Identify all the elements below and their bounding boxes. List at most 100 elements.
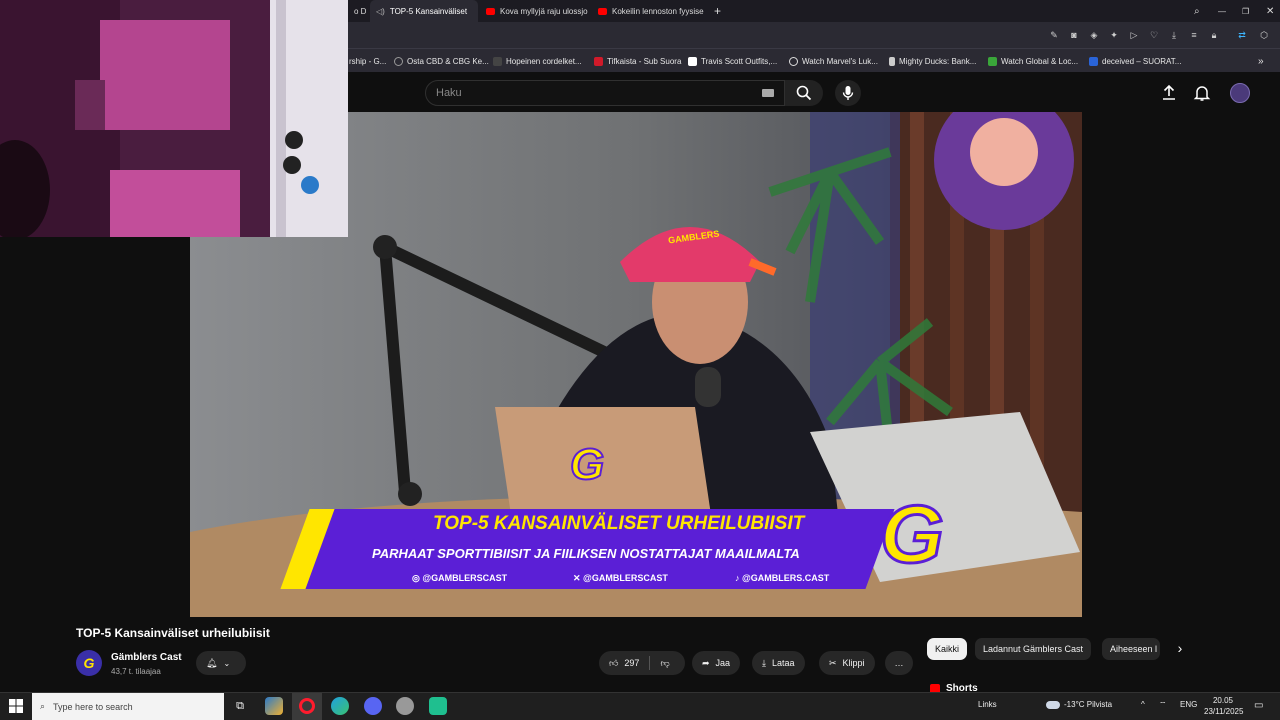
new-tab-button[interactable]: + [708,0,728,22]
thumbs-down-icon: 👎︎ [660,657,670,668]
taskbar-search-input[interactable]: ⌕ Type here to search [32,693,224,720]
subscriber-count: 43,7 t. tilaajaa [111,667,161,676]
weather-widget[interactable]: -13°C Pilvista [1046,700,1112,709]
social-tiktok: ♪ @GAMBLERS.CAST [735,573,829,583]
bookmark-label: Hopeinen cordelket... [506,56,582,66]
translate-icon[interactable]: ⇄ [1237,30,1247,40]
clock[interactable]: 20.05 23/11/2025 [1204,695,1244,717]
subscribed-bell-button[interactable]: 🔔︎ ⌄ [196,651,246,675]
bookmark-label: Tifkaista - Sub Suora [607,56,682,66]
bookmark-item[interactable]: rship - G... [349,49,386,73]
bookmark-label: Mighty Ducks: Bank... [899,56,977,66]
clip-button[interactable]: ✂ Klippi [819,651,875,675]
more-actions-button[interactable]: … [885,651,913,675]
app-icon[interactable] [265,697,283,715]
taskbar-search-placeholder: Type here to search [53,701,133,712]
discord-icon[interactable] [364,697,382,715]
weather-text: -13°C Pilvista [1064,700,1113,709]
bookmark-item[interactable]: Watch Global & Loc... [988,49,1078,73]
speaker-icon: ◁) [376,6,385,16]
share-button[interactable]: ➦ Jaa [692,651,741,675]
play-icon[interactable]: ▷ [1129,30,1139,40]
divider [649,656,651,670]
minimize-button[interactable]: — [1212,0,1230,22]
more-icon: … [894,658,904,668]
close-window-button[interactable]: ✕ [1260,0,1278,22]
travis-favicon-icon [688,56,697,66]
app-icon[interactable] [396,697,414,715]
bookmark-item[interactable]: Hopeinen cordelket... [493,49,582,73]
channel-avatar[interactable]: G [76,650,102,676]
heart-icon[interactable]: ♡ [1149,30,1159,40]
chip-uploaded-by[interactable]: Ladannut Gämblers Cast [975,638,1092,660]
cube-icon[interactable]: ⬡ [1259,30,1269,40]
bell-icon: 🔔︎ [206,657,218,668]
notifications-button[interactable] [1193,84,1211,102]
bookmark-item[interactable]: Watch Marvel's Luk... [789,49,878,73]
clock-date: 23/11/2025 [1204,707,1244,716]
bookmark-item[interactable]: Mighty Ducks: Bank... [889,49,976,73]
links-toolbar[interactable]: Links [978,700,997,709]
microphone-icon [842,86,854,100]
bookmark-item[interactable]: Tifkaista - Sub Suora [594,49,681,73]
chip-related[interactable]: Aiheeseen l [1102,638,1160,660]
download-icon[interactable]: ⤓ [1169,30,1179,40]
active-app-slot[interactable] [292,693,322,720]
chevron-up-icon[interactable]: ^ [1141,700,1145,709]
restore-button[interactable]: ❐ [1236,0,1254,22]
extension-icon[interactable]: ✦ [1109,30,1119,40]
avatar[interactable] [1230,83,1250,103]
task-view-icon[interactable]: ⧉ [231,697,249,715]
language-indicator[interactable]: ENG [1180,700,1197,709]
search-input[interactable]: Haku [425,80,785,106]
network-icon[interactable]: ⌔ [1159,700,1167,710]
search-button[interactable] [785,80,823,106]
upload-icon [1163,84,1175,100]
shield-icon[interactable]: ◈ [1089,30,1099,40]
lock-icon[interactable]: 🔒︎ [1209,30,1219,40]
edge-icon[interactable] [331,697,349,715]
dislike-button[interactable]: 👎︎ [660,658,669,669]
tab-item[interactable]: o Dr [348,0,366,22]
social-handle: @GAMBLERSCAST [583,573,668,583]
tv-favicon-icon [594,56,603,66]
windows-start-button[interactable] [9,699,23,713]
notification-center-icon[interactable]: ▭ [1254,700,1263,711]
search-icon [796,85,812,101]
search-icon[interactable]: ⌕ [1188,0,1206,22]
tab-item[interactable]: Kova myllyjä raju ulossjo [480,0,590,22]
keyboard-icon[interactable] [762,89,774,97]
bookmark-item[interactable]: Travis Scott Outfits,... [688,49,777,73]
voice-search-button[interactable] [835,80,861,106]
edit-icon[interactable]: ✎ [1049,30,1059,40]
app-icon[interactable] [429,697,447,715]
menu-icon[interactable]: ≡ [1189,30,1199,40]
bookmark-item[interactable]: Osta CBD & CBG Ke... [394,49,489,73]
clock-time: 20.05 [1212,696,1234,705]
tab-label: o Dr [354,6,366,16]
search-placeholder: Haku [436,87,462,99]
social-x: ✕ @GAMBLERSCAST [573,573,668,584]
bookmark-label: rship - G... [349,56,387,66]
youtube-favicon-icon [486,7,495,15]
bookmarks-overflow-icon[interactable]: » [1258,49,1264,73]
deceived-favicon-icon [1089,56,1098,66]
like-button[interactable]: 👍︎ 297 [609,658,639,669]
upload-button[interactable] [1160,84,1178,102]
x-icon: ✕ [573,573,584,583]
camera-icon[interactable]: ◙ [1069,30,1079,40]
tab-label: Kokeilin lennoston fyysise [612,6,704,16]
scissors-icon: ✂ [829,657,837,668]
chips-next-icon[interactable]: › [1171,640,1189,658]
download-button[interactable]: ⤓ Lataa [752,651,805,675]
bookmark-label: Osta CBD & CBG Ke... [407,56,489,66]
windows-logo-icon [9,699,23,713]
laptop-logo: G [569,439,605,490]
tab-label: TOP-5 Kansainväliset [389,6,468,16]
channel-name[interactable]: Gämblers Cast [111,652,182,663]
opera-icon [299,698,315,714]
tab-item[interactable]: Kokeilin lennoston fyysise [592,0,704,22]
tab-active-video[interactable]: ◁) TOP-5 Kansainväliset [370,0,478,22]
chip-all[interactable]: Kaikki [927,638,968,660]
bookmark-item[interactable]: deceived – SUORAT... [1089,49,1181,73]
